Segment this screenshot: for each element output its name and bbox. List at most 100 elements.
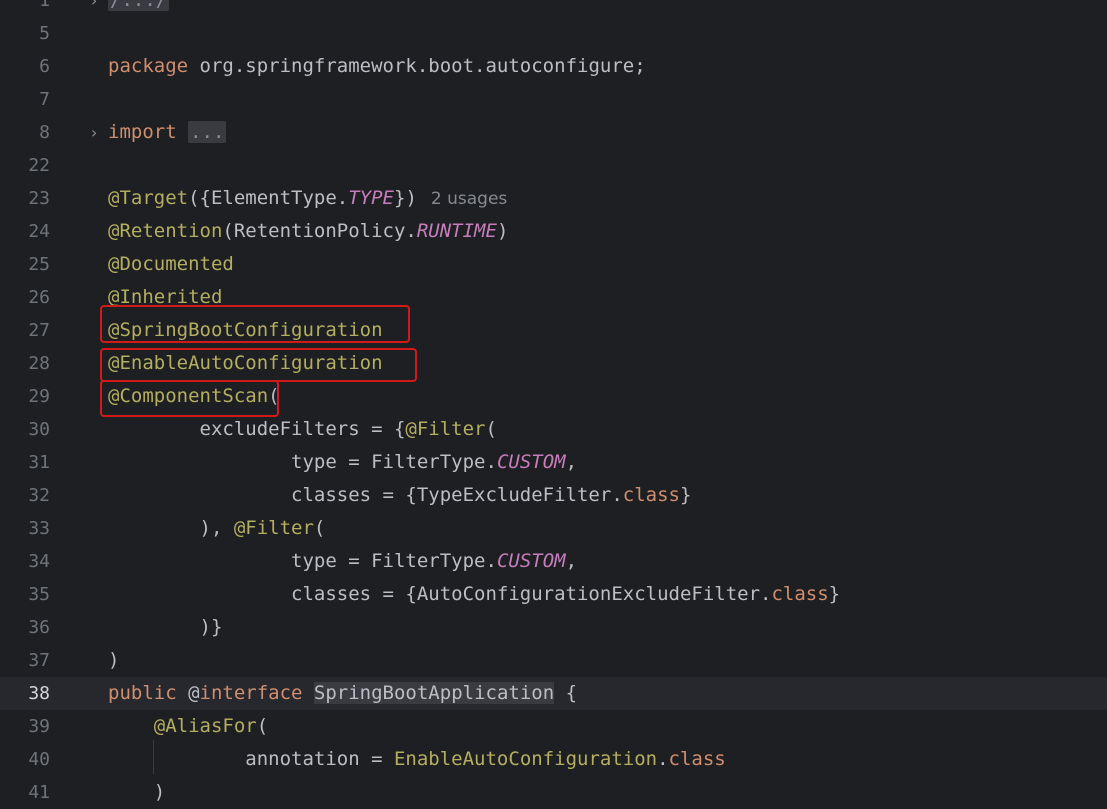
code-line[interactable]: 31 type = FilterType.CUSTOM,: [0, 446, 1107, 479]
code-token: @Target: [108, 187, 189, 209]
code-token: SpringBootApplication: [313, 682, 555, 704]
code-line[interactable]: 34 type = FilterType.CUSTOM,: [0, 545, 1107, 578]
line-number: 32: [28, 485, 50, 506]
code-line[interactable]: 33 ), @Filter(: [0, 512, 1107, 545]
line-number: 24: [28, 221, 50, 242]
code-token: }: [828, 583, 841, 605]
code-token: }): [394, 187, 417, 209]
line-number: 5: [39, 23, 50, 44]
code-line[interactable]: 5: [0, 17, 1107, 50]
code-token: @Documented: [108, 253, 234, 275]
code-line[interactable]: 32 classes = {TypeExcludeFilter.class}: [0, 479, 1107, 512]
code-line[interactable]: 38 public @interface SpringBootApplicatio…: [0, 677, 1107, 710]
line-number: 34: [28, 551, 50, 572]
code-line[interactable]: 37): [0, 644, 1107, 677]
code-token: )}: [108, 616, 223, 638]
line-number: 7: [39, 89, 50, 110]
code-token: org.springframework.boot.autoconfigure;: [199, 55, 646, 77]
code-token: ,: [565, 451, 578, 473]
code-line[interactable]: 1 › /.../: [0, 0, 1107, 17]
line-number: 6: [39, 56, 50, 77]
code-token: EnableAutoConfiguration: [393, 748, 658, 770]
code-token: @SpringBootConfiguration: [108, 319, 383, 341]
code-text: @Target({ElementType.TYPE}) 2 usages: [108, 182, 507, 216]
code-token: @ComponentScan: [108, 385, 269, 407]
line-number: 33: [28, 518, 50, 539]
code-text: @EnableAutoConfiguration: [108, 347, 383, 380]
code-text: annotation = EnableAutoConfiguration.cla…: [108, 743, 726, 776]
code-line[interactable]: 22: [0, 149, 1107, 182]
code-text: classes = {TypeExcludeFilter.class}: [108, 479, 691, 512]
code-token: ({ElementType.: [188, 187, 349, 209]
code-token[interactable]: /.../: [108, 0, 170, 11]
chevron-right-icon[interactable]: ›: [86, 0, 102, 17]
code-token: (RetentionPolicy.: [222, 220, 417, 242]
line-number: 41: [28, 782, 50, 803]
code-token: class: [668, 748, 726, 770]
code-token: classes = {AutoConfigurationExcludeFilte…: [108, 583, 772, 605]
code-line[interactable]: 24 @Retention(RetentionPolicy.RUNTIME): [0, 215, 1107, 248]
code-text: @SpringBootConfiguration: [108, 314, 383, 347]
code-token: @: [188, 682, 200, 704]
code-line[interactable]: 25 @Documented: [0, 248, 1107, 281]
code-line[interactable]: 27 @SpringBootConfiguration: [0, 314, 1107, 347]
line-number: 26: [28, 287, 50, 308]
line-number: 37: [28, 650, 50, 671]
code-line[interactable]: 7: [0, 83, 1107, 116]
code-token: CUSTOM: [496, 451, 566, 473]
code-token: ),: [108, 517, 234, 539]
code-line[interactable]: 8 › import ...: [0, 116, 1107, 149]
chevron-right-icon[interactable]: ›: [86, 116, 102, 149]
line-number: 25: [28, 254, 50, 275]
code-token: @AliasFor: [153, 715, 257, 737]
code-token: (: [485, 418, 497, 440]
code-line[interactable]: 35 classes = {AutoConfigurationExcludeFi…: [0, 578, 1107, 611]
code-line[interactable]: 23 @Target({ElementType.TYPE}) 2 usages: [0, 182, 1107, 215]
line-number: 23: [28, 188, 50, 209]
code-text: type = FilterType.CUSTOM,: [108, 545, 577, 578]
code-text: classes = {AutoConfigurationExcludeFilte…: [108, 578, 840, 611]
line-number: 39: [28, 716, 50, 737]
line-number: 40: [28, 749, 50, 770]
code-text: @Documented: [108, 248, 234, 281]
code-token: class: [622, 484, 680, 506]
line-number: 27: [28, 320, 50, 341]
code-line[interactable]: 40 annotation = EnableAutoConfiguration.…: [0, 743, 1107, 776]
code-token: type = FilterType.: [108, 550, 497, 572]
code-line[interactable]: 26 @Inherited: [0, 281, 1107, 314]
line-number: 8: [39, 122, 50, 143]
code-token: package: [108, 55, 200, 77]
indent-guide: [153, 740, 154, 774]
code-token: ): [108, 649, 120, 671]
code-token: @Filter: [405, 418, 486, 440]
code-token[interactable]: ...: [188, 121, 227, 143]
code-token: (: [268, 385, 280, 407]
line-number: 35: [28, 584, 50, 605]
code-line[interactable]: 39 @AliasFor(: [0, 710, 1107, 743]
line-number: 29: [28, 386, 50, 407]
line-number: 30: [28, 419, 50, 440]
code-line[interactable]: 28 @EnableAutoConfiguration: [0, 347, 1107, 380]
code-token: import: [108, 121, 189, 143]
code-text: ): [108, 644, 119, 677]
code-token: annotation =: [108, 748, 394, 770]
code-text: @Retention(RetentionPolicy.RUNTIME): [108, 215, 508, 248]
code-line[interactable]: 30 excludeFilters = {@Filter(: [0, 413, 1107, 446]
line-number: 1: [39, 0, 50, 11]
code-text: type = FilterType.CUSTOM,: [108, 446, 577, 479]
code-line[interactable]: 29 @ComponentScan(: [0, 380, 1107, 413]
code-text: ): [108, 776, 165, 809]
code-text: ), @Filter(: [108, 512, 326, 545]
code-line[interactable]: 36 )}: [0, 611, 1107, 644]
usages-hint[interactable]: 2 usages: [431, 189, 507, 209]
code-token: @Retention: [108, 220, 223, 242]
line-number: 38: [28, 683, 50, 704]
code-token: @Inherited: [108, 286, 223, 308]
code-text: @AliasFor(: [108, 710, 268, 743]
line-number: 28: [28, 353, 50, 374]
code-line[interactable]: 41 ): [0, 776, 1107, 809]
code-line[interactable]: 6 package org.springframework.boot.autoco…: [0, 50, 1107, 83]
code-token: ,: [565, 550, 578, 572]
code-editor[interactable]: 1 › /.../ 5 6 package org.springframework.boo…: [0, 0, 1107, 803]
